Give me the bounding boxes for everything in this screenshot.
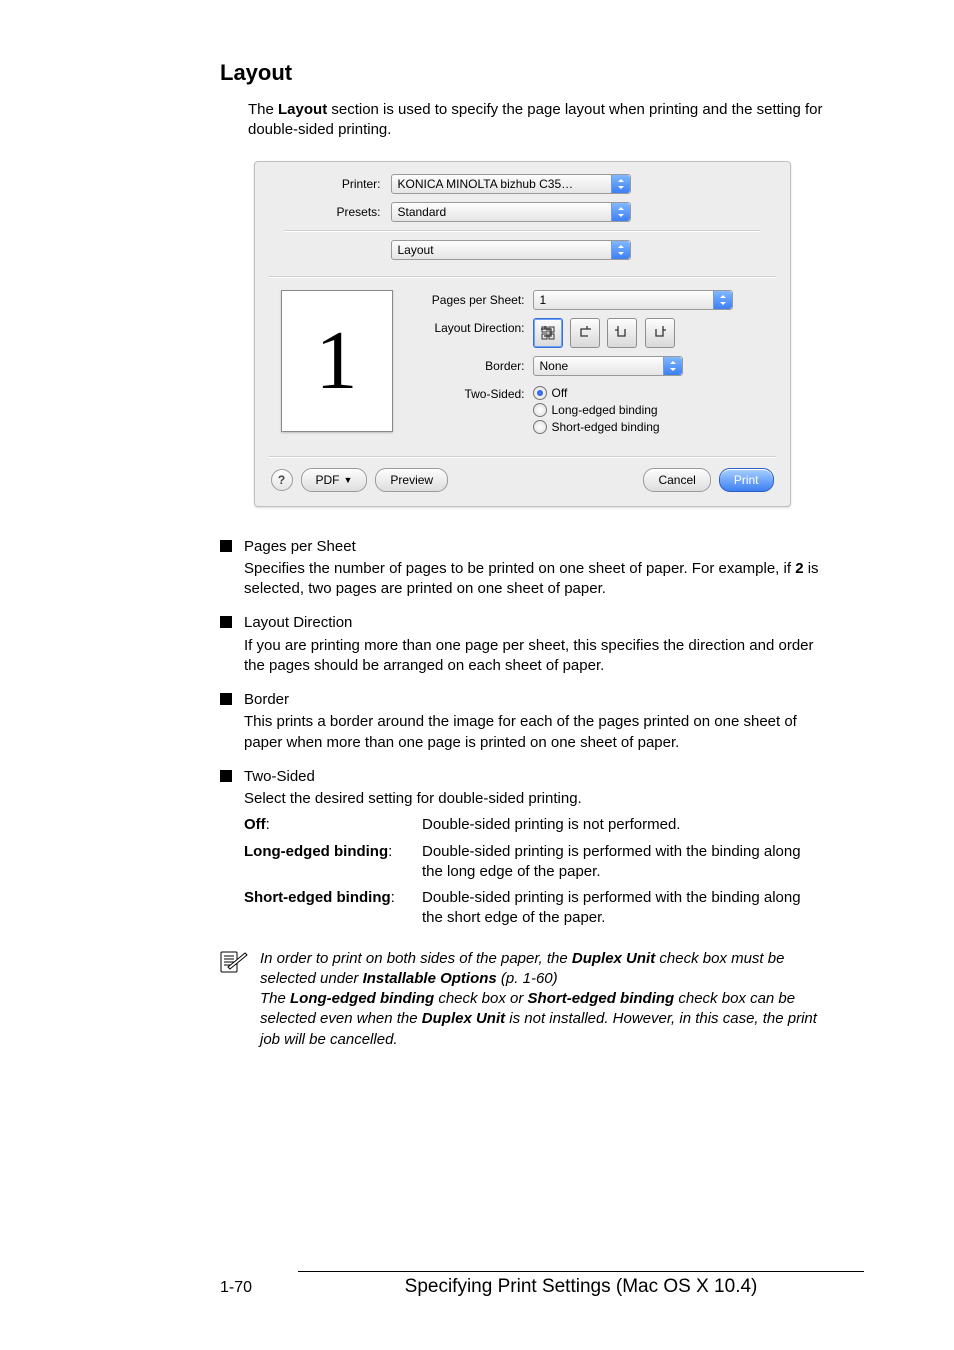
text: In order to print on both sides of the p… xyxy=(260,950,572,967)
text-bold: Short-edged binding xyxy=(244,889,391,906)
text: Specifies the number of pages to be prin… xyxy=(244,560,795,577)
border-select[interactable]: None xyxy=(533,356,683,376)
text: check box or xyxy=(434,990,527,1007)
text-bold: Long-edged binding xyxy=(244,843,388,860)
text-bold: Short-edged binding xyxy=(528,990,675,1007)
layout-preview: 1 xyxy=(281,290,393,432)
layout-direction-btn-1[interactable] xyxy=(533,318,563,348)
chevron-updown-icon xyxy=(713,291,732,309)
chevron-down-icon: ▼ xyxy=(344,475,353,485)
pane-select-value: Layout xyxy=(398,243,611,257)
bullet-icon xyxy=(220,616,232,628)
cancel-button[interactable]: Cancel xyxy=(643,468,710,492)
def-short-term: Short-edged binding: xyxy=(244,888,422,929)
bullet-icon xyxy=(220,770,232,782)
pdf-button-label: PDF xyxy=(316,473,340,487)
radio-icon xyxy=(533,386,547,400)
layout-direction-btn-2[interactable] xyxy=(570,318,600,348)
two-sided-radio-short[interactable]: Short-edged binding xyxy=(533,420,660,434)
def-off-term: Off: xyxy=(244,815,422,835)
two-sided-label: Two-Sided: xyxy=(413,384,525,401)
intro-text-c: section is used to specify the page layo… xyxy=(248,101,823,138)
pdf-button[interactable]: PDF ▼ xyxy=(301,468,368,492)
presets-label: Presets: xyxy=(271,205,381,219)
two-sided-radio-group: Off Long-edged binding Short-edged bindi… xyxy=(533,384,660,434)
intro-text-b: Layout xyxy=(278,101,327,118)
border-label: Border: xyxy=(413,356,525,373)
pages-per-sheet-select[interactable]: 1 xyxy=(533,290,733,310)
text-bold: 2 xyxy=(795,560,803,577)
bullet-layout-direction-title: Layout Direction xyxy=(244,613,824,633)
presets-select-value: Standard xyxy=(398,205,611,219)
text: : xyxy=(388,843,392,860)
print-button[interactable]: Print xyxy=(719,468,774,492)
bullet-icon xyxy=(220,540,232,552)
layout-preview-glyph: 1 xyxy=(316,312,358,409)
preview-button[interactable]: Preview xyxy=(375,468,448,492)
pages-per-sheet-label: Pages per Sheet: xyxy=(413,290,525,307)
pane-select[interactable]: Layout xyxy=(391,240,631,260)
chevron-updown-icon xyxy=(663,357,682,375)
bullet-border-title: Border xyxy=(244,690,824,710)
intro-paragraph: The Layout section is used to specify th… xyxy=(220,100,824,141)
text: : xyxy=(266,816,270,833)
layout-direction-btn-4[interactable] xyxy=(645,318,675,348)
text-bold: Off xyxy=(244,816,266,833)
bullet-two-sided-intro: Select the desired setting for double-si… xyxy=(244,790,582,807)
help-button[interactable]: ? xyxy=(271,469,293,491)
text: The xyxy=(260,990,290,1007)
bullet-two-sided-title: Two-Sided xyxy=(244,767,824,787)
chevron-updown-icon xyxy=(611,203,630,221)
printer-select-value: KONICA MINOLTA bizhub C35… xyxy=(398,177,611,191)
footer-title: Specifying Print Settings (Mac OS X 10.4… xyxy=(298,1271,864,1298)
bullet-icon xyxy=(220,693,232,705)
two-sided-radio-short-label: Short-edged binding xyxy=(552,420,660,434)
two-sided-radio-long-label: Long-edged binding xyxy=(552,403,658,417)
note-body: In order to print on both sides of the p… xyxy=(260,949,824,1050)
def-long-desc: Double-sided printing is performed with … xyxy=(422,842,824,883)
def-long-term: Long-edged binding: xyxy=(244,842,422,883)
text-bold: Duplex Unit xyxy=(572,950,655,967)
radio-icon xyxy=(533,420,547,434)
page-number: 1-70 xyxy=(220,1279,252,1297)
pages-per-sheet-value: 1 xyxy=(540,293,713,307)
intro-text-a: The xyxy=(248,101,278,118)
section-title: Layout xyxy=(220,60,824,86)
two-sided-radio-off[interactable]: Off xyxy=(533,386,660,400)
note-icon xyxy=(220,949,248,1050)
bullet-border-desc: This prints a border around the image fo… xyxy=(244,713,797,750)
def-short-desc: Double-sided printing is performed with … xyxy=(422,888,824,929)
two-sided-radio-off-label: Off xyxy=(552,386,568,400)
chevron-updown-icon xyxy=(611,175,630,193)
layout-direction-label: Layout Direction: xyxy=(413,318,525,335)
bullet-pages-per-sheet-title: Pages per Sheet xyxy=(244,537,824,557)
two-sided-radio-long[interactable]: Long-edged binding xyxy=(533,403,660,417)
radio-icon xyxy=(533,403,547,417)
text-bold: Installable Options xyxy=(363,970,497,987)
print-dialog: Printer: KONICA MINOLTA bizhub C35… Pres… xyxy=(254,161,791,507)
text: : xyxy=(391,889,395,906)
bullet-layout-direction-desc: If you are printing more than one page p… xyxy=(244,637,814,674)
bullet-pages-per-sheet-desc: Specifies the number of pages to be prin… xyxy=(244,560,819,597)
text: (p. 1-60) xyxy=(497,970,558,987)
printer-label: Printer: xyxy=(271,177,381,191)
def-off-desc: Double-sided printing is not performed. xyxy=(422,815,824,835)
divider xyxy=(285,230,760,232)
layout-direction-btn-3[interactable] xyxy=(607,318,637,348)
text-bold: Long-edged binding xyxy=(290,990,434,1007)
border-select-value: None xyxy=(540,359,663,373)
text-bold: Duplex Unit xyxy=(422,1010,505,1027)
chevron-updown-icon xyxy=(611,241,630,259)
presets-select[interactable]: Standard xyxy=(391,202,631,222)
printer-select[interactable]: KONICA MINOLTA bizhub C35… xyxy=(391,174,631,194)
